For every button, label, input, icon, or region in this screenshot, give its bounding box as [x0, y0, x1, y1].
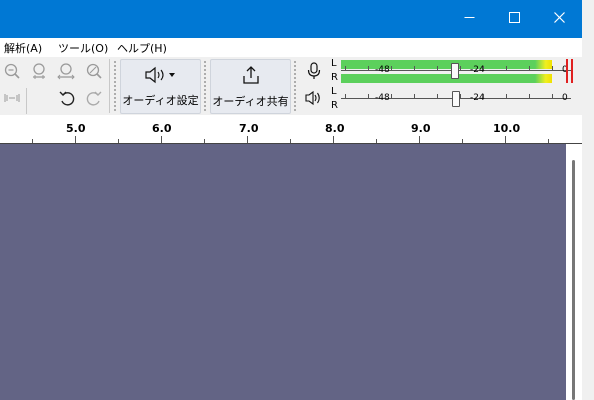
playback-channel-left-label: L [331, 86, 337, 97]
undo-icon [58, 89, 76, 111]
zoom-toggle-button[interactable] [82, 61, 106, 85]
ruler-major-tick [419, 136, 420, 143]
meter-scale-tick [345, 94, 346, 98]
microphone-icon [305, 62, 323, 84]
maximize-button[interactable] [492, 0, 537, 38]
ruler-minor-tick [462, 139, 463, 143]
meter-scale-tick [506, 66, 507, 70]
meter-scale-tick [483, 94, 484, 98]
ruler-label: 5.0 [66, 122, 86, 135]
meter-scale-tick [368, 66, 369, 70]
record-channel-left-label: L [331, 58, 337, 69]
zoom-fit-icon [57, 62, 75, 84]
toolbar-grip[interactable] [293, 60, 297, 112]
menu-tools[interactable]: ツール(O) [58, 40, 108, 56]
meter-scale-tick [460, 94, 461, 98]
meter-scale-tick [345, 66, 346, 70]
zoom-out-button[interactable] [0, 61, 24, 85]
zoom-selection-button[interactable] [27, 61, 51, 85]
menu-analyze[interactable]: 解析(A) [4, 40, 42, 56]
zoom-selection-icon [30, 62, 48, 84]
ruler-minor-tick [548, 139, 549, 143]
record-volume-slider[interactable] [451, 63, 459, 79]
ruler-label: 6.0 [152, 122, 172, 135]
window-edge [582, 0, 594, 400]
minimize-button[interactable] [447, 0, 492, 38]
trim-silence-icon [3, 89, 21, 111]
record-meter-right-bar [341, 74, 552, 83]
redo-button[interactable] [82, 88, 106, 112]
ruler-major-tick [333, 136, 334, 143]
menu-help[interactable]: ヘルプ(H) [117, 40, 167, 56]
ruler-label: 9.0 [411, 122, 431, 135]
zoom-toggle-icon [85, 62, 103, 84]
toolbar-separator [26, 88, 27, 114]
playback-scale-label-48: -48 [375, 93, 390, 103]
meter-scale-tick [414, 94, 415, 98]
ruler-minor-tick [118, 139, 119, 143]
playback-meter-button[interactable] [302, 88, 326, 112]
toolbar-grip[interactable] [203, 60, 207, 112]
maximize-icon [509, 11, 520, 27]
speaker-dropdown-icon [144, 66, 178, 88]
playback-volume-slider[interactable] [452, 91, 460, 107]
record-meter-left-bar [341, 60, 552, 69]
ruler-minor-tick [290, 139, 291, 143]
meter-scale-tick [529, 94, 530, 98]
record-scale-label-48: -48 [375, 65, 390, 75]
undo-button[interactable] [55, 88, 79, 112]
ruler-major-tick [505, 136, 506, 143]
meter-scale-tick [483, 66, 484, 70]
toolbar-separator [109, 59, 110, 113]
toolbar-grip[interactable] [113, 60, 117, 112]
ruler-minor-tick [32, 139, 33, 143]
ruler-major-tick [161, 136, 162, 143]
close-button[interactable] [537, 0, 582, 38]
audio-setup-button[interactable]: オーディオ設定 [120, 59, 201, 114]
record-channel-right-label: R [331, 72, 338, 83]
meter-scale-tick [460, 66, 461, 70]
ruler-major-tick [247, 136, 248, 143]
zoom-fit-button[interactable] [54, 61, 78, 85]
share-upload-icon [241, 65, 261, 89]
minimize-icon [464, 11, 475, 27]
ruler-major-tick [75, 136, 76, 143]
meter-scale-tick [437, 94, 438, 98]
meter-scale-tick [437, 66, 438, 70]
meter-scale-tick [552, 94, 553, 98]
trim-silence-button[interactable] [0, 88, 24, 112]
ruler-minor-tick [204, 139, 205, 143]
ruler-minor-tick [376, 139, 377, 143]
playback-scale-label-0: 0 [562, 93, 568, 103]
record-clip-indicator[interactable] [566, 59, 568, 83]
track-area[interactable] [0, 144, 566, 400]
meter-scale-tick [552, 66, 553, 70]
meter-scale-tick [414, 66, 415, 70]
record-clip-indicator[interactable] [571, 59, 573, 83]
ruler-label: 8.0 [325, 122, 345, 135]
meter-scale-tick [529, 66, 530, 70]
playback-channel-right-label: R [331, 100, 338, 111]
meter-scale-tick [368, 94, 369, 98]
ruler-label: 7.0 [239, 122, 259, 135]
zoom-out-icon [3, 62, 21, 84]
ruler-label: 10.0 [493, 122, 521, 135]
close-icon [554, 11, 565, 27]
meter-scale-tick [391, 66, 392, 70]
meter-scale-tick [506, 94, 507, 98]
speaker-icon [305, 89, 323, 111]
redo-icon [85, 89, 103, 111]
audio-setup-label: オーディオ設定 [122, 93, 199, 107]
meter-scale-tick [391, 94, 392, 98]
record-meter-button[interactable] [302, 61, 326, 85]
share-audio-button[interactable]: オーディオ共有 [210, 59, 291, 114]
share-audio-label: オーディオ共有 [212, 94, 289, 108]
vertical-scrollbar-thumb[interactable] [572, 160, 575, 400]
